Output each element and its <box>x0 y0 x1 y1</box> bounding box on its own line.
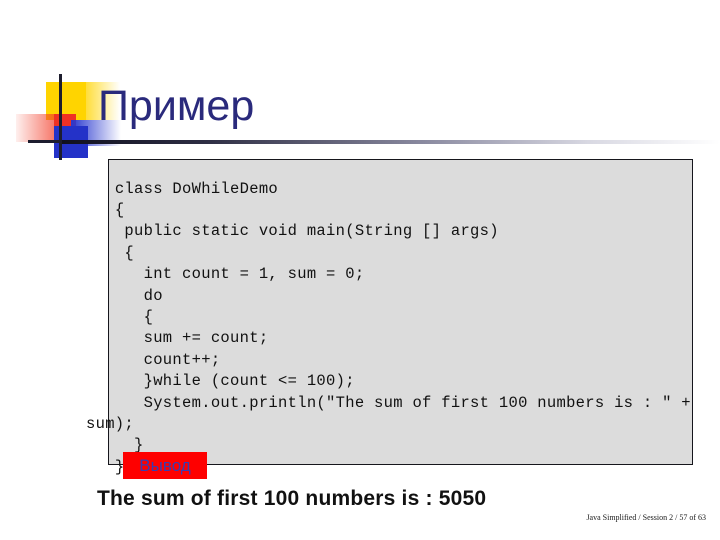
slide-canvas: Пример class DoWhileDemo { public static… <box>0 0 720 540</box>
output-badge: Вывод <box>123 452 207 479</box>
logo-vertical-line <box>59 74 62 160</box>
decorative-logo <box>16 74 121 160</box>
title-underline-rule <box>62 140 720 144</box>
program-output-text: The sum of first 100 numbers is : 5050 <box>97 487 487 510</box>
code-listing: class DoWhileDemo { public static void m… <box>86 179 691 476</box>
slide-footer: Java Simplified / Session 2 / 57 of 63 <box>586 513 706 522</box>
page-title: Пример <box>98 82 255 130</box>
